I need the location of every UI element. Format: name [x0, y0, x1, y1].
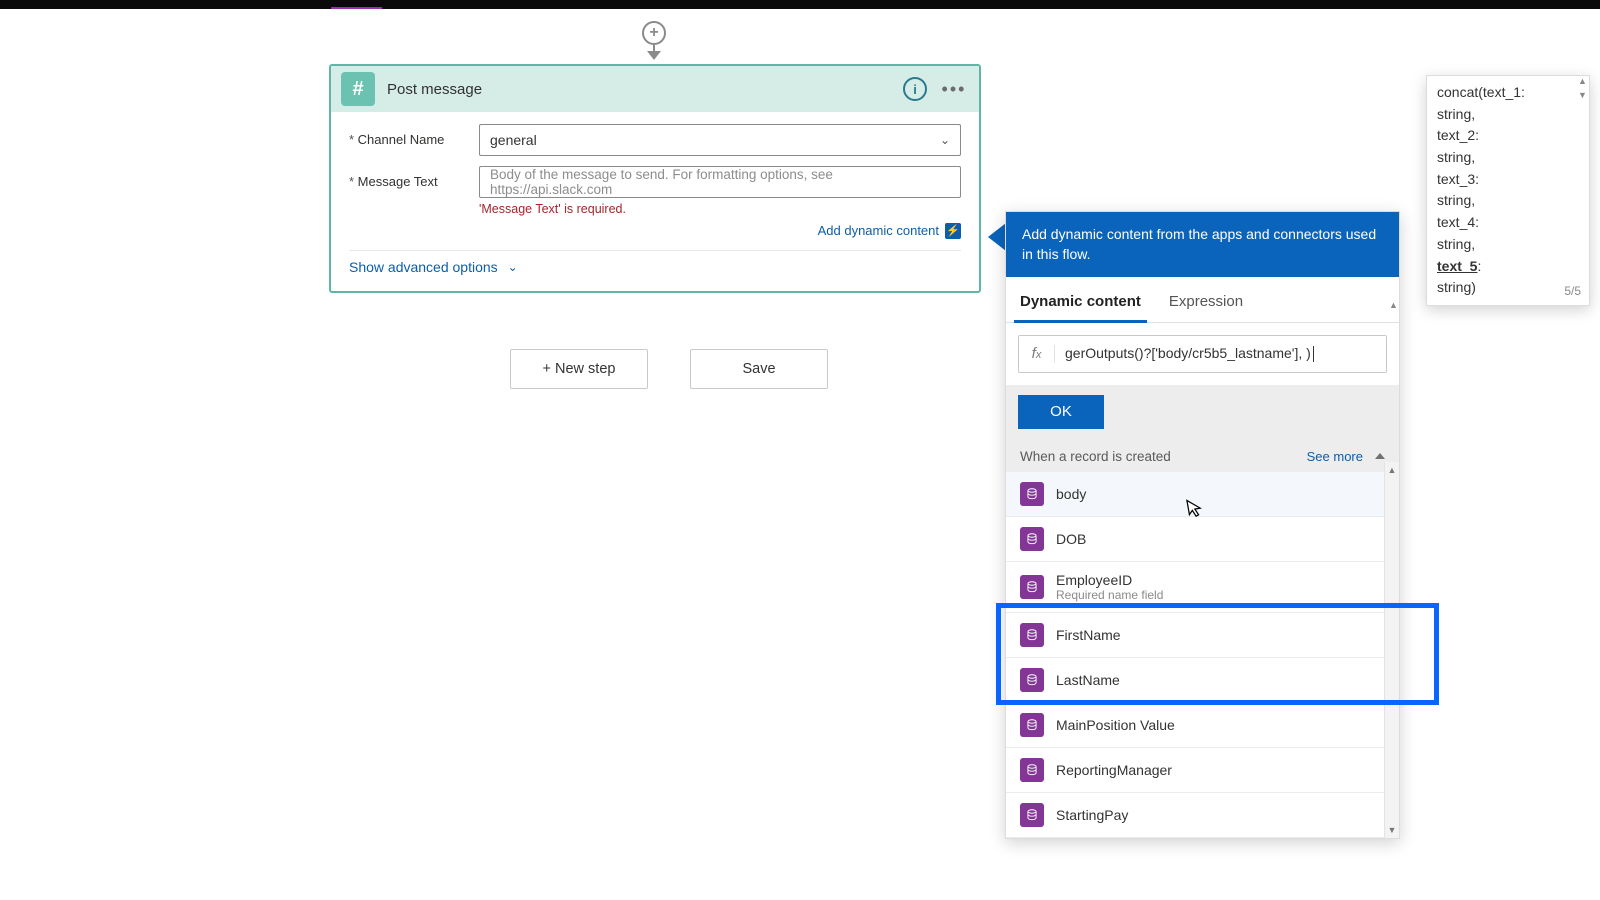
more-menu-icon[interactable]: ••• — [939, 79, 969, 100]
add-dynamic-text: Add dynamic content — [818, 223, 939, 238]
dynamic-content-panel: Add dynamic content from the apps and co… — [1005, 211, 1400, 839]
dynamic-field-item[interactable]: DOB — [1006, 517, 1399, 562]
label-channel-text: Channel Name — [358, 132, 445, 147]
tooltip-spin-up-icon[interactable]: ▲▼ — [1575, 75, 1590, 103]
dynamic-field-item[interactable]: ReportingManager — [1006, 748, 1399, 793]
fx-icon: fx — [1019, 345, 1055, 363]
info-icon[interactable]: i — [903, 77, 927, 101]
expression-input[interactable]: gerOutputs()?['body/cr5b5_lastname'], ) — [1055, 345, 1386, 362]
tooltip-line: text_2: — [1437, 125, 1579, 147]
tooltip-line: string, — [1437, 147, 1579, 169]
card-body: * Channel Name general ⌄ * Message Text … — [331, 112, 979, 291]
database-icon — [1020, 482, 1044, 506]
tooltip-count: 5/5 — [1564, 282, 1581, 301]
add-dynamic-row: Add dynamic content ⚡ — [479, 222, 961, 240]
label-message-text: Message Text — [358, 174, 438, 189]
designer-canvas: + # Post message i ••• * Channel Name ge… — [0, 9, 1600, 900]
new-step-button[interactable]: + New step — [510, 349, 648, 389]
channel-select[interactable]: general ⌄ — [479, 124, 961, 156]
dynamic-field-label: LastName — [1056, 672, 1120, 688]
advanced-options-row: Show advanced options ⌄ — [349, 250, 961, 277]
dynamic-field-item[interactable]: EmployeeIDRequired name field — [1006, 562, 1399, 613]
dynamic-group-header: When a record is created See more — [1006, 441, 1399, 472]
expression-value: gerOutputs()?['body/cr5b5_lastname'], ) — [1065, 345, 1311, 361]
dynamic-content-tabs: Dynamic content Expression — [1006, 277, 1399, 323]
tab-dynamic-content[interactable]: Dynamic content — [1006, 283, 1155, 322]
slack-icon: # — [341, 72, 375, 106]
text-caret — [1313, 346, 1314, 362]
label-message: * Message Text — [349, 166, 479, 189]
see-more-text: See more — [1307, 449, 1363, 464]
dynamic-field-label: FirstName — [1056, 627, 1121, 643]
dynamic-field-item[interactable]: LastName — [1006, 658, 1399, 703]
advanced-text: Show advanced options — [349, 259, 498, 275]
action-card-post-message: # Post message i ••• * Channel Name gene… — [329, 64, 981, 293]
expression-input-row: fx gerOutputs()?['body/cr5b5_lastname'],… — [1018, 335, 1387, 373]
list-scrollbar[interactable]: ▲ ▼ — [1384, 462, 1399, 838]
database-icon — [1020, 758, 1044, 782]
dynamic-content-icon: ⚡ — [945, 223, 961, 239]
tooltip-line: string) — [1437, 277, 1579, 299]
database-icon — [1020, 668, 1044, 692]
save-button[interactable]: Save — [690, 349, 828, 389]
add-step-circle-icon[interactable]: + — [642, 21, 666, 45]
add-dynamic-content-link[interactable]: Add dynamic content ⚡ — [818, 223, 961, 239]
database-icon — [1020, 623, 1044, 647]
dynamic-field-label: body — [1056, 486, 1086, 502]
message-text-input[interactable]: Body of the message to send. For formatt… — [479, 166, 961, 198]
dynamic-field-item[interactable]: MainPosition Value — [1006, 703, 1399, 748]
chevron-down-icon: ⌄ — [508, 260, 518, 274]
database-icon — [1020, 575, 1044, 599]
arrow-down-icon — [647, 51, 661, 60]
message-error: 'Message Text' is required. — [479, 202, 961, 216]
panel-scroll-up-icon[interactable]: ▲ — [1386, 300, 1401, 318]
card-title: Post message — [387, 81, 891, 98]
group-title: When a record is created — [1020, 449, 1171, 464]
ok-button[interactable]: OK — [1018, 395, 1104, 429]
footer-buttons: + New step Save — [510, 349, 828, 389]
dynamic-fields-list: body DOB EmployeeIDRequired name field Firs… — [1006, 472, 1399, 838]
tooltip-line: text_5: — [1437, 256, 1579, 278]
tooltip-line: text_3: — [1437, 169, 1579, 191]
row-channel: * Channel Name general ⌄ — [349, 124, 961, 156]
expression-intellisense-tooltip: ▲▼ concat(text_1:string,text_2:string,te… — [1426, 75, 1590, 306]
tab-expression[interactable]: Expression — [1155, 283, 1257, 322]
row-message: * Message Text Body of the message to se… — [349, 166, 961, 240]
scroll-down-icon[interactable]: ▼ — [1388, 822, 1397, 838]
card-header[interactable]: # Post message i ••• — [331, 66, 979, 112]
database-icon — [1020, 713, 1044, 737]
database-icon — [1020, 803, 1044, 827]
tooltip-line: string, — [1437, 104, 1579, 126]
message-placeholder: Body of the message to send. For formatt… — [490, 167, 950, 197]
dynamic-field-item[interactable]: FirstName — [1006, 613, 1399, 658]
flow-connector: + — [642, 21, 666, 60]
dynamic-field-item[interactable]: StartingPay — [1006, 793, 1399, 838]
dynamic-field-sublabel: Required name field — [1056, 588, 1163, 602]
channel-select-value: general — [490, 132, 537, 148]
show-advanced-options-link[interactable]: Show advanced options ⌄ — [349, 259, 518, 275]
callout-beak-icon — [988, 223, 1006, 251]
dynamic-field-label: ReportingManager — [1056, 762, 1172, 778]
tooltip-line: text_4: — [1437, 212, 1579, 234]
tooltip-line: concat(text_1: — [1437, 82, 1579, 104]
label-channel: * Channel Name — [349, 124, 479, 147]
chevron-down-icon: ⌄ — [940, 133, 950, 147]
tooltip-line: string, — [1437, 234, 1579, 256]
dynamic-field-label: StartingPay — [1056, 807, 1128, 823]
scroll-up-icon[interactable]: ▲ — [1388, 462, 1397, 478]
dynamic-field-label: EmployeeID — [1056, 572, 1163, 588]
dynamic-field-label: DOB — [1056, 531, 1086, 547]
ok-row: OK — [1006, 385, 1399, 441]
triangle-up-icon — [1375, 453, 1385, 459]
tooltip-line: string, — [1437, 190, 1579, 212]
see-more-link[interactable]: See more — [1307, 449, 1385, 464]
dynamic-content-header: Add dynamic content from the apps and co… — [1006, 212, 1399, 277]
database-icon — [1020, 527, 1044, 551]
browser-topbar — [0, 0, 1600, 9]
dynamic-field-label: MainPosition Value — [1056, 717, 1175, 733]
